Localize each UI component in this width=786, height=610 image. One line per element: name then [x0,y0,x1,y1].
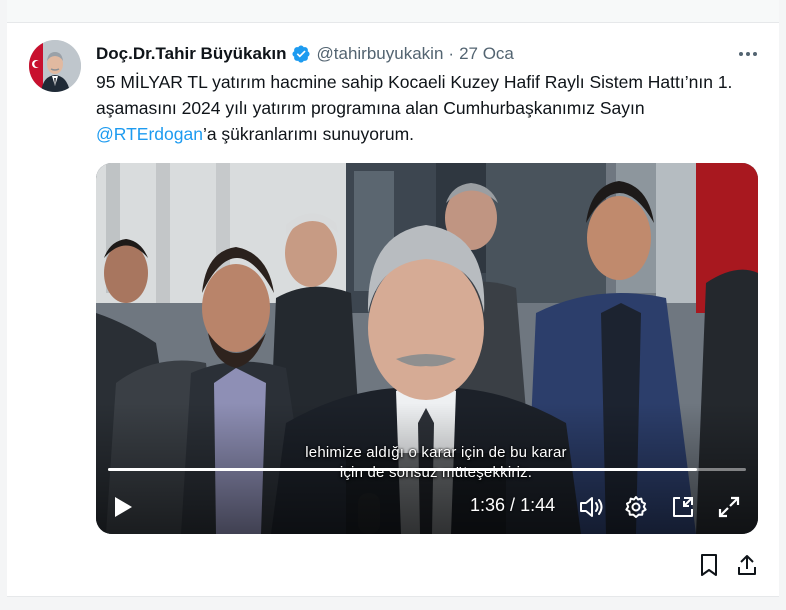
video-subtitle-line2: için de sonsuz müteşekkiriz. [339,464,533,481]
duration: 1:44 [520,495,556,515]
video-player[interactable]: lehimize aldığı o karar için de bu karar… [96,163,758,534]
separator-dot: · [448,44,455,63]
share-icon[interactable] [736,553,758,577]
mention-link[interactable]: @RTErdogan [96,124,203,144]
video-controls: 1:36 / 1:44 [96,489,758,523]
time-separator: / [505,495,521,515]
play-icon[interactable] [110,495,136,519]
video-progress-fill [108,468,697,471]
gear-icon[interactable] [623,494,649,520]
fullscreen-icon[interactable] [716,494,742,520]
tweet-text-part1: 95 MİLYAR TL yatırım hacmine sahip Kocae… [96,72,733,118]
video-time: 1:36 / 1:44 [470,495,555,516]
author-handle[interactable]: @tahirbuyukakin [317,44,444,64]
avatar-photo [29,40,81,92]
previous-post-edge [7,0,779,22]
tweet-date[interactable]: 27 Oca [459,44,514,64]
avatar[interactable] [29,40,81,92]
tweet-text: 95 MİLYAR TL yatırım hacmine sahip Kocae… [96,69,768,147]
picture-in-picture-icon[interactable] [670,494,696,520]
bookmark-icon[interactable] [698,553,720,577]
video-progress-bar[interactable] [108,468,746,471]
author-name[interactable]: Doç.Dr.Tahir Büyükakın [96,44,287,64]
tweet-header: Doç.Dr.Tahir Büyükakın @tahirbuyukakin ·… [96,42,514,66]
verified-badge-icon[interactable] [291,44,311,64]
video-subtitle-line1: lehimize aldığı o karar için de bu karar [305,444,567,461]
current-time: 1:36 [470,495,506,515]
tweet-text-part2: ’a şükranlarımı sunuyorum. [202,124,415,144]
volume-icon[interactable] [578,494,606,520]
more-options-icon[interactable] [736,42,760,66]
